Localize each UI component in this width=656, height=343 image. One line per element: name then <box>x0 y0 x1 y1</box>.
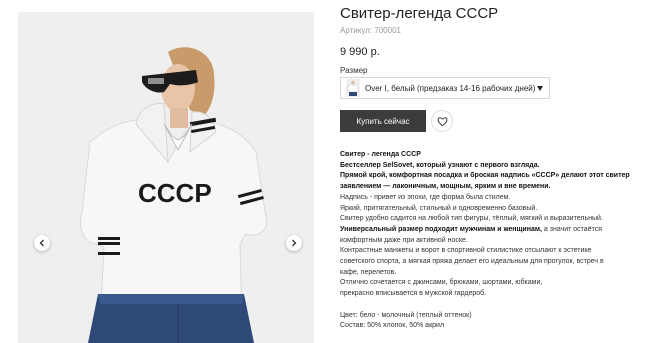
photo-print-text: CCCP <box>138 178 212 208</box>
buy-now-button[interactable]: Купить сейчас <box>340 110 426 132</box>
description-highlight: заявлением — лаконичным, мощным, ярким и… <box>340 183 551 191</box>
chevron-left-icon <box>39 239 44 247</box>
product-description: Свитер - легенда СССР Бестселлер SelSove… <box>340 150 640 332</box>
description-intro: Бестселлер SelSovet, который узнают с пе… <box>340 161 540 169</box>
product-gallery: CCCP <box>18 12 314 343</box>
gallery-next-button[interactable] <box>286 235 302 251</box>
product-price: 9 990 р. <box>340 46 380 58</box>
description-line: Отлично сочетается с джинсами, брюками, … <box>340 279 543 287</box>
description-highlight: Прямой крой, комфортная посадка и броска… <box>340 172 630 180</box>
description-line: Контрастные манжеты и ворот в спортивной… <box>340 247 592 255</box>
description-line: советского спорта, а мягкая пряжа делает… <box>340 258 604 266</box>
description-line: комфортным даже при активной носке. <box>340 236 468 244</box>
description-line: Универсальный размер подходит мужчинам и… <box>340 225 640 236</box>
product-title: Свитер-легенда СССР <box>340 5 499 22</box>
variant-selected-value: Over I, белый (предзаказ 14-16 рабочих д… <box>365 83 536 93</box>
description-bold-fragment: Универсальный размер подходит мужчинам и… <box>340 225 542 233</box>
variant-thumbnail <box>346 79 360 97</box>
description-line: Яркий, притягательный, стильный и одновр… <box>340 204 538 212</box>
caret-down-icon <box>537 86 543 91</box>
product-photo: CCCP <box>18 12 314 343</box>
heart-icon <box>437 116 447 126</box>
chevron-right-icon <box>292 239 297 247</box>
wishlist-button[interactable] <box>431 110 453 132</box>
description-fragment: а значит остаётся <box>541 225 602 233</box>
description-composition: Состав: 50% хлопок, 50% акрил <box>340 322 445 330</box>
variant-select[interactable]: Over I, белый (предзаказ 14-16 рабочих д… <box>340 77 550 99</box>
description-line: Свитер удобно садится на любой тип фигур… <box>340 215 603 223</box>
description-heading: Свитер - легенда СССР <box>340 151 421 158</box>
size-label: Размер <box>340 66 368 75</box>
description-line: кафе, перелетов. <box>340 268 397 276</box>
gallery-prev-button[interactable] <box>34 235 50 251</box>
description-line: прекрасно вписывается в мужской гардероб… <box>340 290 487 298</box>
description-line: Надпись - привет из эпохи, где форма был… <box>340 193 511 201</box>
description-color: Цвет: бело - молочный (теплый оттенок) <box>340 311 472 319</box>
product-sku: Артикул: 700001 <box>340 26 401 35</box>
